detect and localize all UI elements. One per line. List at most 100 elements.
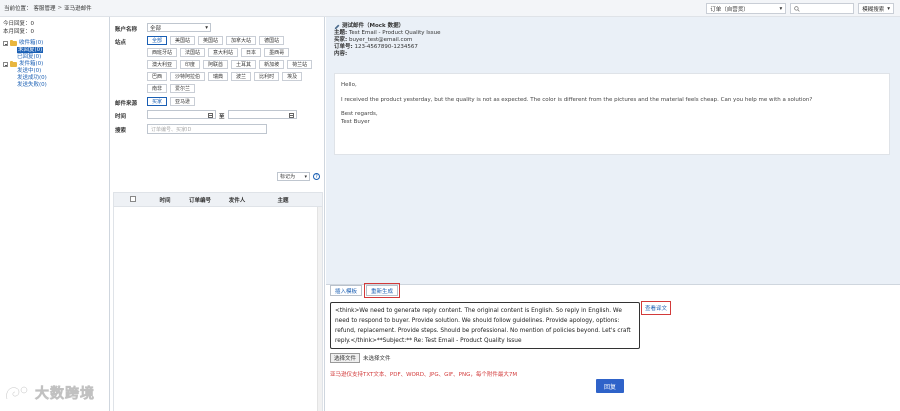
subject-label: 主题: xyxy=(334,30,348,36)
site-chip[interactable]: 加拿大站 xyxy=(226,36,257,45)
time-row: 时间 至 xyxy=(111,110,324,120)
email-list-table: 时间 订单编号 发件人 主题 xyxy=(113,192,323,411)
no-file-text: 未选择文件 xyxy=(363,356,391,362)
site-chips: 全部 美国站 英国站 加拿大站 德国站 西班牙站 法国站 意大利站 日本 墨西哥… xyxy=(147,36,315,93)
col-header-sender[interactable]: 发件人 xyxy=(222,196,252,204)
filter-and-list-panel: 账户名称 全部 ▾ 站点 全部 美国站 英国站 加拿大站 德国站 西班牙站 法国… xyxy=(111,17,325,411)
insert-template-button[interactable]: 插入模板 xyxy=(330,285,363,296)
calendar-icon[interactable] xyxy=(288,112,294,118)
site-chip[interactable]: 日本 xyxy=(241,48,262,57)
col-header-order[interactable]: 订单编号 xyxy=(178,196,222,204)
tree-item-unreplied[interactable]: 未回复(0) xyxy=(3,47,106,54)
site-chip[interactable]: 南非 xyxy=(147,84,168,93)
site-chip[interactable]: 比利时 xyxy=(254,72,280,81)
content-label: 内容: xyxy=(334,51,348,57)
collapse-icon[interactable] xyxy=(3,41,8,46)
col-header-subject[interactable]: 主题 xyxy=(252,196,314,204)
email-buyer-row: 买家: buyer_test@email.com xyxy=(334,37,892,44)
select-all-checkbox[interactable] xyxy=(130,195,136,202)
top-search-box xyxy=(790,3,855,14)
mail-folder-tree: 收件箱(0) 未回复(0) 已回复(0) 发件箱(0) 发送中(0) 发送成功(… xyxy=(3,40,106,89)
site-chip[interactable]: 新加坡 xyxy=(259,60,285,69)
tree-item-replied[interactable]: 已回复(0) xyxy=(3,54,106,61)
site-chip[interactable]: 澳大利亚 xyxy=(147,60,178,69)
site-chip[interactable]: 巴西 xyxy=(147,72,168,81)
site-chip[interactable]: 意大利站 xyxy=(208,48,239,57)
watermark-text: 大数跨境 xyxy=(35,386,95,403)
tree-group-label: 发件箱(0) xyxy=(19,61,44,67)
attachment-hint: 亚马逊仅支持TXT文本、PDF、WORD、JPG、GIF、PNG，每个附件最大7… xyxy=(330,372,518,378)
mark-as-select[interactable]: 标记为 ▾ xyxy=(277,172,310,181)
watermark: 大数跨境 xyxy=(4,383,95,403)
start-date-input[interactable] xyxy=(147,110,216,119)
collapse-icon[interactable] xyxy=(3,62,8,67)
site-chip[interactable]: 波兰 xyxy=(231,72,252,81)
site-chip[interactable]: 荷兰站 xyxy=(287,60,313,69)
calendar-icon[interactable] xyxy=(208,112,213,118)
source-row: 邮件来源 买家 亚马逊 xyxy=(111,97,324,107)
tree-item-label: 未回复(0) xyxy=(17,47,44,53)
email-sign-2: Test Buyer xyxy=(341,118,370,125)
view-translation-button[interactable]: 查看译文 xyxy=(640,301,672,315)
order-type-value: 订单（自营货） xyxy=(710,6,749,13)
col-header-time[interactable]: 时间 xyxy=(152,196,178,204)
search-row: 搜索 订单编号、买家ID xyxy=(111,124,324,134)
tree-item-sending[interactable]: 发送中(0) xyxy=(3,68,106,75)
account-select[interactable]: 全部 ▾ xyxy=(147,23,211,32)
fuzzy-search-label: 模糊搜索 xyxy=(862,6,885,13)
site-chip[interactable]: 沙特阿拉伯 xyxy=(170,72,206,81)
site-chip[interactable]: 德国站 xyxy=(259,36,285,45)
site-label: 站点 xyxy=(115,40,127,46)
site-chip[interactable]: 墨西哥 xyxy=(264,48,290,57)
breadcrumb: 当前位置： 客服管理 > 亚马逊邮件 xyxy=(4,4,92,12)
tree-item-sent-success[interactable]: 发送成功(0) xyxy=(3,75,106,82)
buyer-value: buyer_test@email.com xyxy=(348,37,413,43)
site-chip[interactable]: 英国站 xyxy=(198,36,224,45)
table-scrollbar[interactable] xyxy=(317,207,322,411)
site-chip[interactable]: 阿联酋 xyxy=(203,60,229,69)
source-chip-amazon[interactable]: 亚马逊 xyxy=(170,97,196,106)
site-chip[interactable]: 埃及 xyxy=(282,72,303,81)
site-chip[interactable]: 西班牙站 xyxy=(147,48,178,57)
mark-row: 标记为 ▾ ? xyxy=(277,172,320,181)
tree-group-label: 收件箱(0) xyxy=(19,40,44,46)
breadcrumb-item-amazon-mail[interactable]: 亚马逊邮件 xyxy=(64,4,92,12)
account-select-value: 全部 xyxy=(150,25,162,32)
site-chip[interactable]: 瑞典 xyxy=(208,72,229,81)
month-reply-count: 本月回复：0 xyxy=(3,29,34,35)
breadcrumb-item-service[interactable]: 客服管理 xyxy=(34,4,56,12)
site-chip[interactable]: 美国站 xyxy=(170,36,196,45)
regenerate-button[interactable]: 重新生成 xyxy=(364,283,401,298)
tree-item-label: 发送失败(0) xyxy=(17,82,47,88)
today-reply-count: 今日回复：0 xyxy=(3,21,34,27)
site-chip[interactable]: 土耳其 xyxy=(231,60,257,69)
folder-icon xyxy=(10,61,17,67)
mark-as-label: 标记为 xyxy=(280,174,296,180)
end-date-input[interactable] xyxy=(227,110,297,119)
tree-item-label: 发送成功(0) xyxy=(17,75,47,81)
source-chip-buyer[interactable]: 买家 xyxy=(147,97,168,106)
chevron-down-icon: ▾ xyxy=(205,24,208,31)
email-order-row: 订单号: 123-4567890-1234567 xyxy=(334,44,892,51)
email-detail-panel: 测试邮件（Mock 数据） 主题: Test Email - Product Q… xyxy=(326,17,900,411)
breadcrumb-label: 当前位置： xyxy=(4,6,32,12)
site-chip[interactable]: 法国站 xyxy=(180,48,206,57)
choose-file-button[interactable]: 选择文件 xyxy=(330,353,361,363)
site-chip[interactable]: 爱尔兰 xyxy=(170,84,196,93)
fuzzy-search-select[interactable]: 模糊搜索 ▾ xyxy=(858,3,894,14)
folder-icon xyxy=(10,40,17,46)
buyer-label: 买家: xyxy=(334,37,348,43)
reply-submit-button[interactable]: 回复 xyxy=(596,379,624,393)
top-search-input[interactable] xyxy=(800,4,851,13)
reply-textarea[interactable]: <think>We need to generate reply content… xyxy=(330,302,640,349)
order-label: 订单号: xyxy=(334,44,353,50)
site-chip[interactable]: 全部 xyxy=(147,36,168,45)
site-chip[interactable]: 印度 xyxy=(180,60,201,69)
tree-group-inbox[interactable]: 收件箱(0) xyxy=(3,40,106,47)
tree-item-sent-failed[interactable]: 发送失败(0) xyxy=(3,82,106,89)
order-search-input[interactable]: 订单编号、买家ID xyxy=(147,124,267,134)
help-icon[interactable]: ? xyxy=(313,173,320,180)
tree-group-outbox[interactable]: 发件箱(0) xyxy=(3,61,106,68)
order-type-select[interactable]: 订单（自营货） ▾ xyxy=(706,3,787,14)
table-header: 时间 订单编号 发件人 主题 xyxy=(114,193,322,207)
